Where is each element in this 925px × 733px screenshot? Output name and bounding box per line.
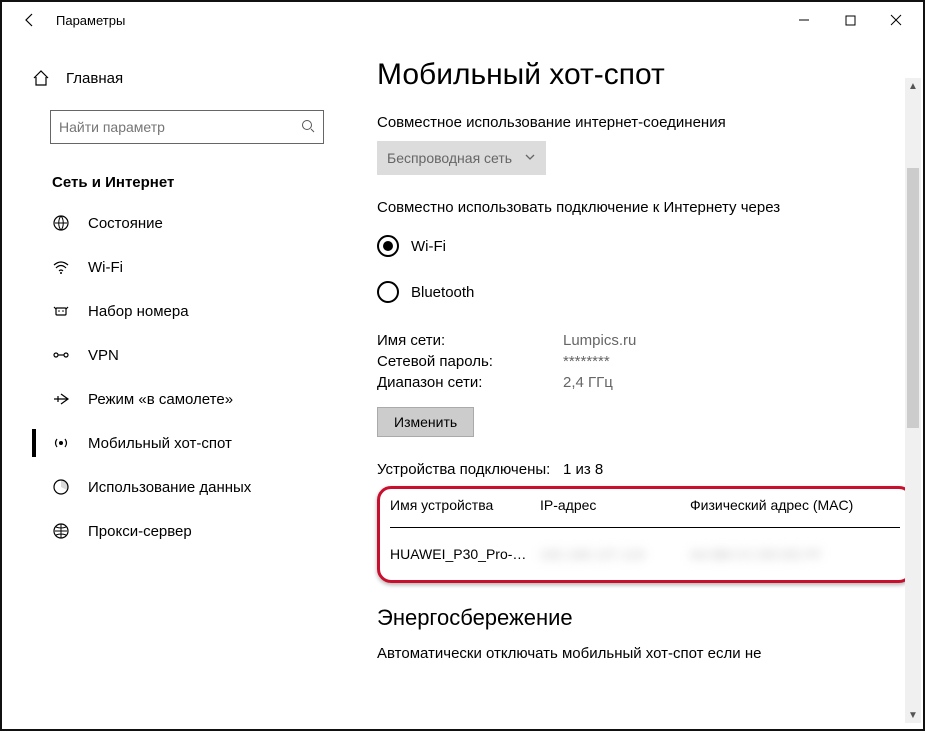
content-area: Мобильный хот-спот Совместное использова… [357,38,923,733]
home-icon [32,69,54,87]
network-password-label: Сетевой пароль: [377,353,563,370]
power-section-title: Энергосбережение [377,605,913,631]
devices-row: HUAWEI_P30_Pro-… 192.168.137.123 AA:BB:C… [390,528,900,562]
share-connection-dropdown[interactable]: Беспроводная сеть [377,141,546,175]
radio-wifi[interactable]: Wi-Fi [377,226,913,266]
sidebar-item-hotspot[interactable]: Мобильный хот-спот [2,421,357,465]
vpn-icon [52,346,74,364]
network-band-label: Диапазон сети: [377,374,563,391]
radio-label: Wi-Fi [411,238,446,255]
device-row-ip: 192.168.137.123 [540,547,690,562]
sidebar-item-label: Режим «в самолете» [88,391,233,408]
search-icon [301,119,315,136]
title-bar: Параметры [2,2,923,38]
devices-header-mac: Физический адрес (MAC) [690,497,900,513]
search-field[interactable] [59,119,301,135]
sidebar-item-datausage[interactable]: Использование данных [2,465,357,509]
status-icon [52,214,74,232]
sidebar-item-label: Использование данных [88,479,251,496]
sidebar-item-proxy[interactable]: Прокси-сервер [2,509,357,553]
window-title: Параметры [56,13,125,28]
sidebar-item-label: Набор номера [88,303,189,320]
radio-bluetooth[interactable]: Bluetooth [377,272,913,312]
device-row-name: HUAWEI_P30_Pro-… [390,546,540,562]
sidebar-item-label: Прокси-сервер [88,523,192,540]
chevron-down-icon [524,150,536,166]
proxy-icon [52,522,74,540]
data-usage-icon [52,478,74,496]
sidebar-category: Сеть и Интернет [52,174,357,191]
airplane-icon [52,390,74,408]
dropdown-value: Беспроводная сеть [387,150,512,166]
network-name-label: Имя сети: [377,332,563,349]
sidebar: Главная Сеть и Интернет Состояние Wi-Fi [2,38,357,733]
sidebar-item-label: Состояние [88,215,163,232]
edit-button[interactable]: Изменить [377,407,474,437]
network-password-value: ******** [563,353,913,370]
maximize-button[interactable] [827,2,873,38]
scrollbar-thumb[interactable] [907,168,919,428]
scroll-down-icon[interactable]: ▼ [905,707,921,723]
sidebar-item-wifi[interactable]: Wi-Fi [2,245,357,289]
devices-table: Имя устройства IP-адрес Физический адрес… [390,497,900,562]
radio-selected-icon [377,235,399,257]
sidebar-item-status[interactable]: Состояние [2,201,357,245]
minimize-button[interactable] [781,2,827,38]
devices-header-name: Имя устройства [390,497,540,513]
wifi-icon [52,258,74,276]
back-button[interactable] [6,2,54,38]
scroll-up-icon[interactable]: ▲ [905,78,921,94]
search-input[interactable] [50,110,324,144]
devices-connected-value: 1 из 8 [563,461,913,478]
network-name-value: Lumpics.ru [563,332,913,349]
scrollbar[interactable]: ▲ ▼ [905,78,921,723]
devices-header-ip: IP-адрес [540,497,690,513]
device-row-mac: AA:BB:CC:DD:EE:FF [690,547,900,562]
sidebar-item-dialup[interactable]: Набор номера [2,289,357,333]
radio-label: Bluetooth [411,284,474,301]
close-button[interactable] [873,2,919,38]
radio-unselected-icon [377,281,399,303]
share-over-label: Совместно использовать подключение к Инт… [377,199,913,216]
sidebar-home[interactable]: Главная [2,58,357,98]
sidebar-item-label: Мобильный хот-спот [88,435,232,452]
dialup-icon [52,302,74,320]
sidebar-item-label: VPN [88,347,119,364]
network-band-value: 2,4 ГГц [563,374,913,391]
hotspot-icon [52,434,74,452]
share-connection-label: Совместное использование интернет-соедин… [377,114,913,131]
sidebar-item-airplane[interactable]: Режим «в самолете» [2,377,357,421]
power-description: Автоматически отключать мобильный хот-сп… [377,645,913,662]
sidebar-item-label: Wi-Fi [88,259,123,276]
devices-table-highlight: Имя устройства IP-адрес Физический адрес… [377,486,913,583]
sidebar-item-vpn[interactable]: VPN [2,333,357,377]
sidebar-home-label: Главная [66,70,123,87]
page-title: Мобильный хот-спот [377,58,913,92]
devices-connected-label: Устройства подключены: [377,461,563,478]
